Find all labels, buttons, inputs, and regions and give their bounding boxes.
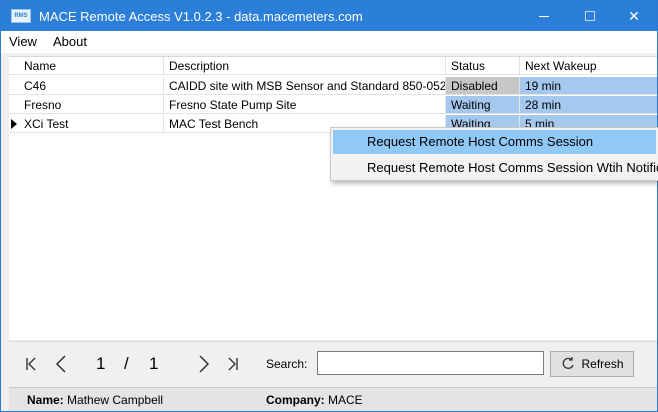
sites-grid[interactable]: Name Description Status Next Wakeup C46 …	[9, 56, 657, 340]
maximize-button[interactable]	[567, 1, 613, 31]
table-row[interactable]: Fresno Fresno State Pump Site Waiting 28…	[9, 96, 657, 114]
window-title: MACE Remote Access V1.0.2.3 - data.macem…	[39, 8, 363, 24]
refresh-icon	[563, 357, 575, 369]
row-indicator	[9, 96, 19, 114]
app-icon: RMS	[11, 9, 31, 23]
row-indicator	[9, 77, 19, 95]
page-separator: /	[124, 354, 129, 373]
name-label: Name:	[27, 393, 64, 407]
current-page: 1	[96, 354, 106, 373]
cell-status[interactable]: Disabled	[446, 77, 520, 95]
close-button[interactable]: ✕	[611, 1, 657, 31]
status-user: Name: Mathew Campbell	[27, 393, 163, 407]
search-label: Search:	[266, 357, 308, 371]
pager-bar: 1 / 1 Search: Refresh	[9, 341, 657, 385]
total-pages: 1	[149, 354, 159, 373]
menu-about[interactable]: About	[45, 31, 95, 53]
row-header-indicator	[9, 57, 19, 75]
refresh-label: Refresh	[581, 357, 624, 371]
row-indicator	[9, 115, 19, 133]
minimize-button[interactable]	[521, 1, 567, 31]
name-value: Mathew Campbell	[67, 393, 164, 407]
column-header-description[interactable]: Description	[164, 57, 446, 75]
next-page-button[interactable]	[192, 352, 216, 376]
grid-header: Name Description Status Next Wakeup	[9, 57, 657, 75]
maximize-icon	[585, 11, 595, 21]
menu-bar: View About	[1, 31, 657, 53]
cell-name[interactable]: C46	[19, 77, 164, 95]
cell-next-wakeup[interactable]: 28 min	[520, 96, 657, 114]
first-page-button[interactable]	[19, 352, 43, 376]
menu-view[interactable]: View	[1, 31, 45, 53]
company-value: MACE	[328, 393, 363, 407]
current-row-arrow-icon	[11, 118, 17, 129]
close-icon: ✕	[628, 7, 640, 24]
table-row[interactable]: C46 CAIDD site with MSB Sensor and Stand…	[9, 77, 657, 95]
chevron-left-icon	[55, 355, 66, 373]
last-page-icon	[228, 357, 238, 371]
cell-description[interactable]: Fresno State Pump Site	[164, 96, 446, 114]
cell-name[interactable]: XCi Test	[19, 115, 164, 133]
chevron-right-icon	[199, 355, 210, 373]
column-header-next-wakeup[interactable]: Next Wakeup	[520, 57, 657, 75]
title-bar[interactable]: RMS MACE Remote Access V1.0.2.3 - data.m…	[1, 1, 657, 31]
app-window: RMS MACE Remote Access V1.0.2.3 - data.m…	[0, 0, 658, 412]
status-bar: Name: Mathew Campbell Company: MACE	[9, 387, 657, 411]
cell-status[interactable]: Waiting	[446, 96, 520, 114]
previous-page-button[interactable]	[49, 352, 73, 376]
first-page-icon	[26, 357, 36, 371]
column-header-name[interactable]: Name	[19, 57, 164, 75]
company-label: Company:	[266, 393, 325, 407]
last-page-button[interactable]	[221, 352, 245, 376]
refresh-button[interactable]: Refresh	[550, 351, 634, 377]
minimize-icon	[539, 15, 549, 17]
search-input[interactable]	[317, 351, 544, 375]
cell-name[interactable]: Fresno	[19, 96, 164, 114]
menu-item-request-session-with-notification[interactable]: Request Remote Host Comms Session Wtih N…	[331, 156, 658, 180]
menu-item-request-session[interactable]: Request Remote Host Comms Session	[333, 130, 656, 154]
cell-next-wakeup[interactable]: 19 min	[520, 77, 657, 95]
context-menu: Request Remote Host Comms Session Reques…	[330, 127, 658, 181]
column-header-status[interactable]: Status	[446, 57, 520, 75]
cell-description[interactable]: CAIDD site with MSB Sensor and Standard …	[164, 77, 446, 95]
status-company: Company: MACE	[266, 393, 363, 407]
